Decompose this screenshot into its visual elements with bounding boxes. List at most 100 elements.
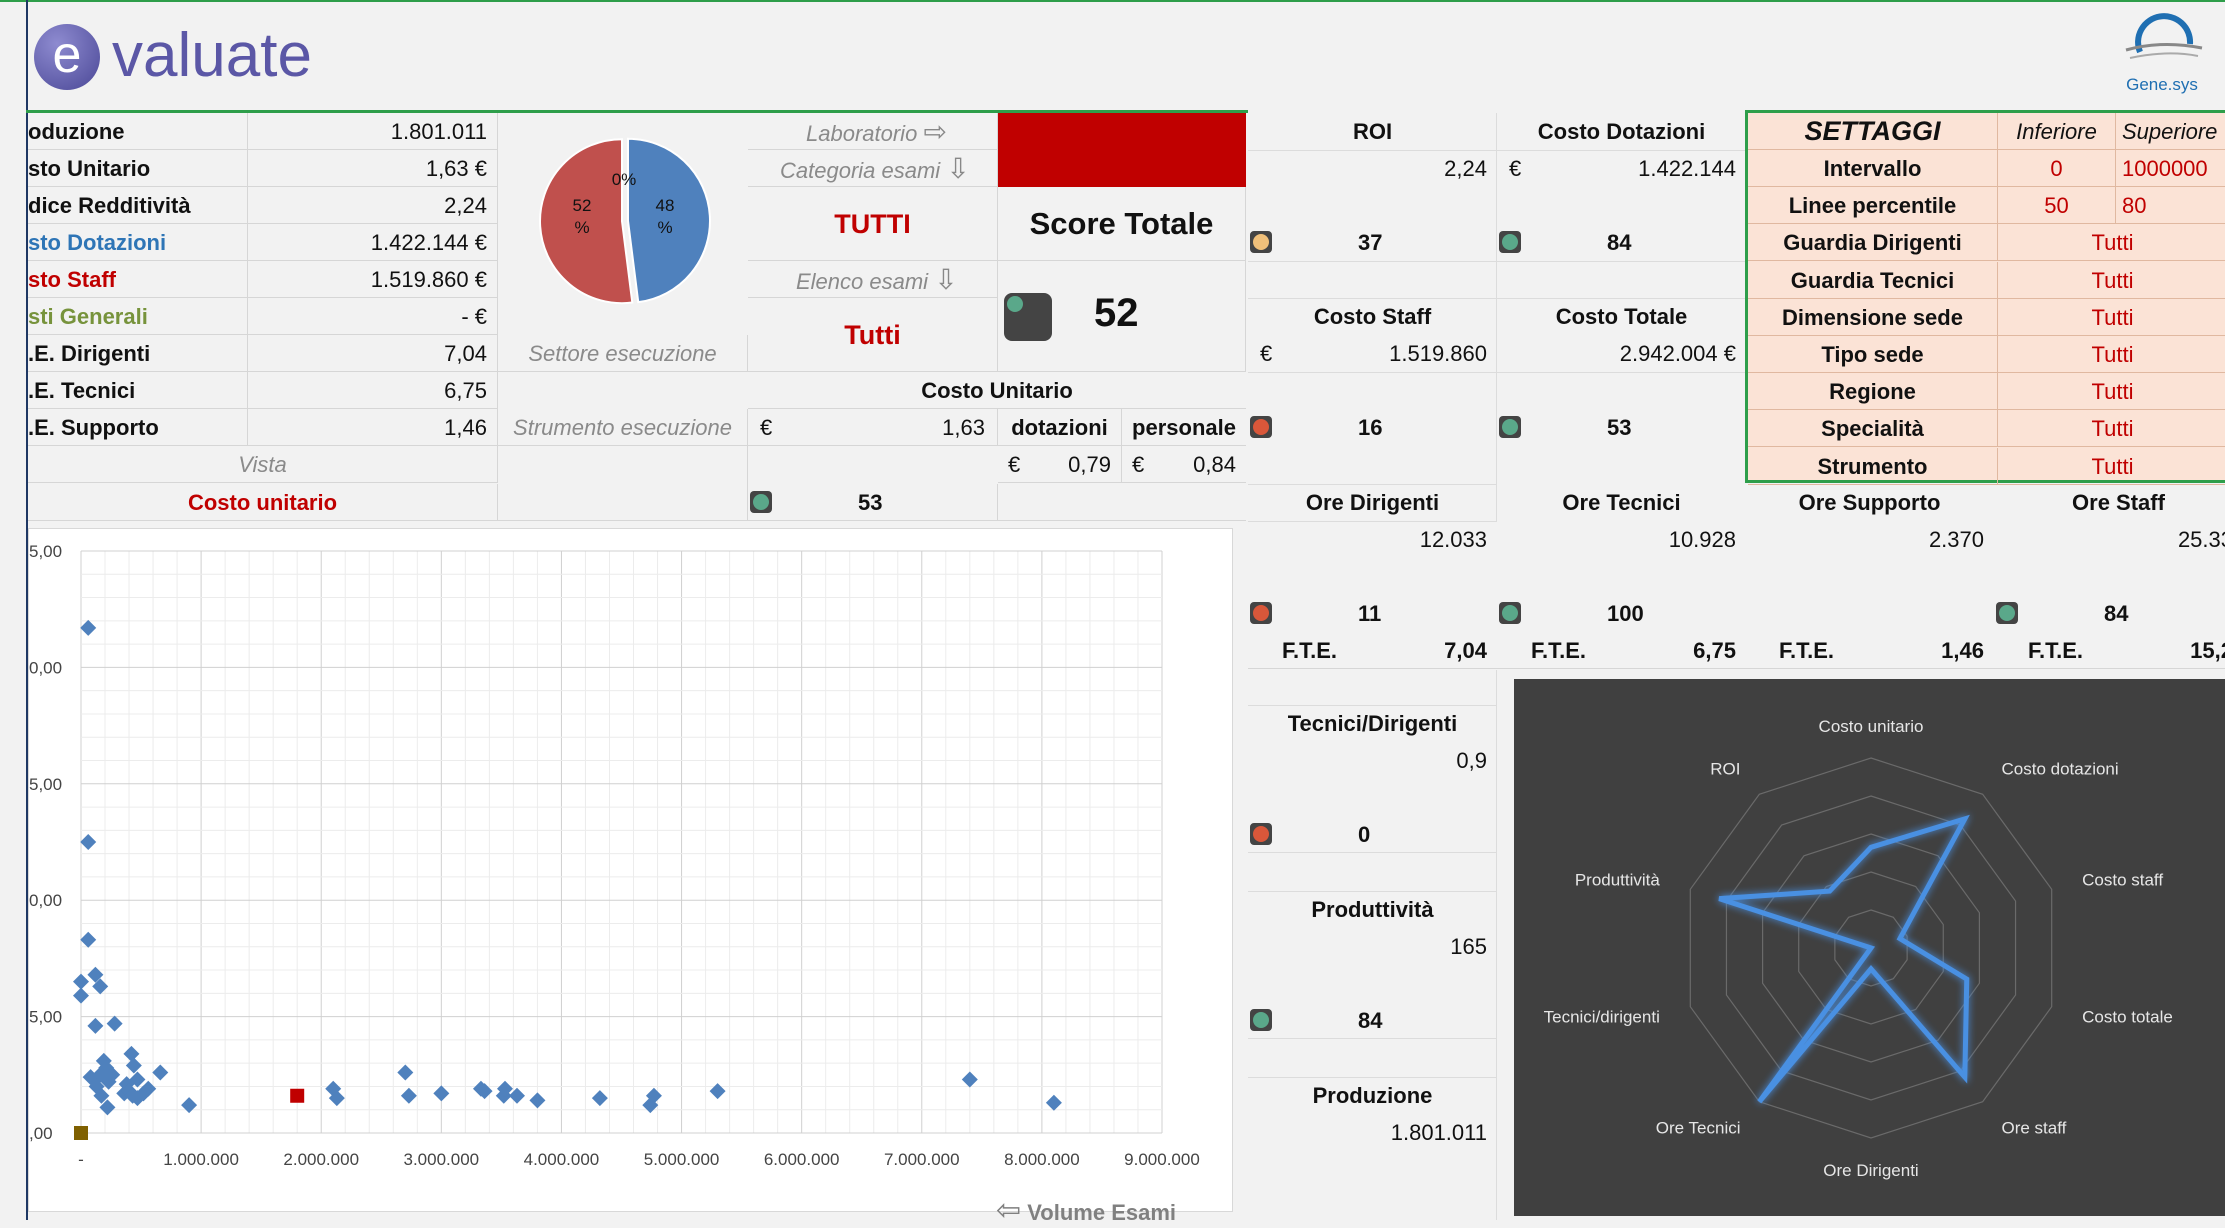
y-tick-label: 0,00 [29, 891, 62, 910]
scatter-point [73, 987, 89, 1004]
partner-logo-text: Gene.sys [2126, 75, 2198, 94]
score-totale-cell: 52 [998, 261, 1246, 372]
vista-label: Vista [28, 446, 498, 483]
scatter-chart: - 1.000.000 2.000.000 3.000.000 4.000.000 5.0… [28, 528, 1233, 1212]
settings-row-label: Strumento [1748, 447, 1998, 485]
metric-score-row-tecnici_dirigenti: 0 [1248, 816, 1497, 853]
traffic-light-icon [1499, 416, 1521, 438]
settings-row-value[interactable]: Tutti [1998, 336, 2225, 373]
summary-value: 1,63 € [248, 150, 498, 187]
scatter-point [709, 1083, 726, 1100]
summary-value: - € [248, 298, 498, 335]
currency-symbol: € [1008, 452, 1021, 477]
scatter-point [591, 1090, 608, 1107]
costo-unitario-score-cell: 53 [748, 484, 998, 521]
scatter-point [397, 1064, 414, 1081]
vista-value[interactable]: Costo unitario [28, 484, 498, 521]
traffic-light-icon [1250, 823, 1272, 845]
radar-axis-label: Costo unitario [1819, 717, 1924, 736]
y-tick-label: 5,00 [29, 1008, 62, 1027]
laboratorio-value-box[interactable] [998, 113, 1246, 187]
elenco-filter[interactable]: Elenco esami ⇩ [748, 261, 998, 298]
settings-row-value[interactable]: Tutti [1998, 299, 2225, 336]
summary-value: 1.422.144 € [248, 224, 498, 261]
metric-value-roi: 2,24 [1444, 156, 1487, 181]
categoria-filter[interactable]: Categoria esami ⇩ [748, 150, 998, 187]
pie-slice-label: 0% [612, 170, 637, 189]
fte-label: F.T.E. [2028, 638, 2084, 663]
currency-symbol: € [1509, 156, 1522, 181]
metric-score-produttivita: 84 [1358, 1008, 1383, 1033]
metric-value-row-ore_supporto: 2.370 [1745, 521, 1994, 558]
settings-row-superiore[interactable]: 1000000 [2116, 150, 2225, 187]
metric-score-row-costo_dotazioni: 84 [1497, 224, 1746, 261]
radar-axis-label: Costo totale [2082, 1008, 2173, 1027]
settings-row-inferiore[interactable]: 50 [1998, 187, 2116, 225]
costo-unitario-score: 53 [858, 490, 883, 515]
currency-symbol: € [760, 415, 773, 440]
radar-axis-label: Ore staff [2001, 1119, 2066, 1138]
metric-value-row-produzione: 1.801.011 [1248, 1114, 1497, 1151]
grid-line [1248, 484, 1497, 485]
partner-logo: Gene.sys [2112, 10, 2212, 94]
metric-value-row-produttivita: 165 [1248, 928, 1497, 965]
x-tick-label: 8.000.000 [1004, 1150, 1080, 1169]
settings-row-superiore[interactable]: 80 [2116, 187, 2225, 225]
pie-chart: 48% 52% 0% [500, 113, 746, 335]
dotazioni-label: dotazioni [998, 409, 1122, 446]
metric-value-row-costo_totale: 2.942.004 € [1497, 335, 1746, 372]
grid-line [1496, 113, 1497, 521]
metric-title-costo_totale: Costo Totale [1555, 304, 1688, 329]
x-tick-label: 5.000.000 [644, 1150, 720, 1169]
settings-row-inferiore[interactable]: 0 [1998, 150, 2116, 187]
metric-score-ore_tecnici: 100 [1607, 601, 1644, 626]
scatter-point [125, 1057, 142, 1074]
radar-axis-label: Ore Dirigenti [1823, 1161, 1918, 1180]
scatter-point [529, 1092, 546, 1109]
fte-label: F.T.E. [1531, 638, 1587, 663]
fte-row-ore_supporto: F.T.E. 1,46 [1745, 632, 1994, 669]
personale-value: 0,84 [1193, 452, 1236, 477]
y-tick-label: ,00 [29, 1124, 53, 1143]
settings-row-value[interactable]: Tutti [1998, 373, 2225, 411]
traffic-light-icon [1499, 231, 1521, 253]
settings-row-value[interactable]: Tutti [1998, 448, 2225, 485]
grid-line [1248, 852, 1497, 853]
settings-row-value[interactable]: Tutti [1998, 410, 2225, 448]
settings-row-label: Tipo sede [1748, 336, 1998, 373]
settings-row-label: Intervallo [1748, 150, 1998, 187]
settings-row-value[interactable]: Tutti [1998, 262, 2225, 299]
fte-label: F.T.E. [1282, 638, 1338, 663]
currency-symbol: € [1132, 452, 1145, 477]
radar-chart-svg: Costo unitario Costo dotazioni Costo staff… [1544, 717, 2173, 1180]
summary-value: 7,04 [248, 335, 498, 372]
elenco-label: Elenco esami [796, 269, 929, 294]
grid-line [1496, 670, 1497, 1220]
arrow-left-icon: ⇦ [996, 1194, 1022, 1227]
settings-title: SETTAGGI [1748, 113, 1998, 150]
currency-symbol: € [1260, 341, 1273, 366]
metric-value-row-roi: 2,24 [1248, 150, 1497, 187]
laboratorio-filter[interactable]: Laboratorio ⇨ [748, 113, 998, 150]
metric-value-row-ore_tecnici: 10.928 [1497, 521, 1746, 558]
summary-label: .E. Supporto [28, 409, 248, 446]
radar-axis-label: Ore Tecnici [1656, 1119, 1741, 1138]
brand-logo-text: valuate [112, 21, 312, 90]
x-tick-label: 1.000.000 [163, 1150, 239, 1169]
x-tick-label: 7.000.000 [884, 1150, 960, 1169]
score-traffic-light-icon [1004, 293, 1052, 341]
summary-label: .E. Tecnici [28, 372, 248, 409]
categoria-label: Categoria esami [780, 158, 941, 183]
settings-row-value[interactable]: Tutti [1998, 224, 2225, 262]
categoria-value[interactable]: TUTTI [748, 187, 998, 261]
metric-value-row-ore_staff: 25.33 [1994, 521, 2225, 558]
traffic-light-icon [1996, 602, 2018, 624]
metric-score-roi: 37 [1358, 230, 1383, 255]
settings-row-label: Regione [1748, 373, 1998, 411]
scatter-point [961, 1071, 978, 1088]
elenco-value[interactable]: Tutti [748, 298, 998, 372]
scatter-point [106, 1015, 123, 1032]
metric-score-row-roi: 37 [1248, 224, 1497, 261]
pie-chart-svg: 48 %52 %0% [539, 137, 711, 305]
x-tick-label: - [78, 1150, 84, 1169]
